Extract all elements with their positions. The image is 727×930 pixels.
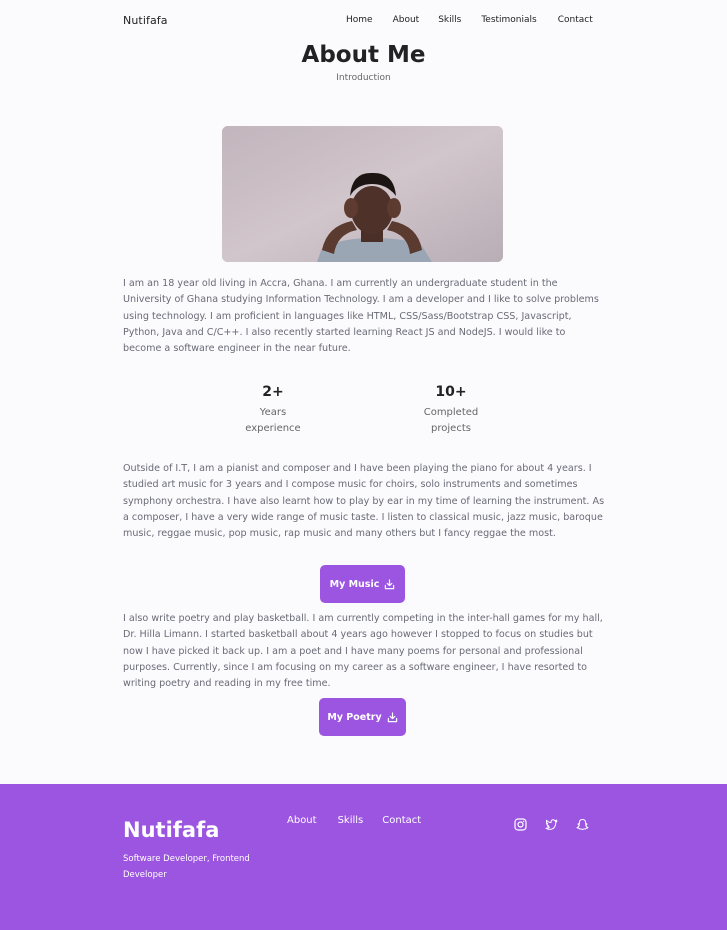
stat-projects: 10+ Completed projects	[391, 384, 511, 437]
twitter-icon[interactable]	[545, 816, 558, 830]
download-icon	[387, 711, 397, 722]
footer-brand: Nutifafa	[123, 818, 220, 842]
nav-contact[interactable]: Contact	[558, 15, 593, 25]
about-paragraph-music: Outside of I.T, I am a pianist and compo…	[123, 463, 605, 540]
footer-link-skills[interactable]: Skills	[338, 815, 364, 826]
section-subtitle: Introduction	[336, 73, 391, 83]
stat-label: Years experience	[245, 407, 301, 434]
footer-link-about[interactable]: About	[287, 815, 317, 826]
profile-photo	[222, 126, 503, 262]
site-header: Nutifafa Home About Skills Testimonials …	[0, 0, 727, 40]
button-label: My Music	[329, 578, 380, 590]
stat-value: 2+	[262, 384, 284, 400]
main-nav: Home About Skills Testimonials Contact	[346, 15, 593, 25]
about-paragraph-poetry: I also write poetry and play basketball.…	[123, 613, 603, 690]
section-title: About Me	[301, 42, 426, 68]
site-footer: Nutifafa Software Developer, Frontend De…	[0, 784, 727, 930]
my-poetry-button[interactable]: My Poetry	[319, 698, 406, 736]
site-logo[interactable]: Nutifafa	[123, 14, 168, 27]
my-music-button[interactable]: My Music	[320, 565, 405, 603]
footer-links: About Skills Contact	[287, 815, 421, 826]
social-links	[514, 816, 589, 831]
nav-skills[interactable]: Skills	[438, 15, 461, 25]
footer-tagline: Software Developer, Frontend Developer	[123, 854, 250, 880]
footer-link-contact[interactable]: Contact	[382, 815, 421, 826]
stat-value: 10+	[435, 384, 467, 400]
instagram-icon[interactable]	[514, 816, 527, 831]
snapchat-icon[interactable]	[576, 816, 589, 831]
button-label: My Poetry	[327, 711, 382, 723]
about-paragraph-intro: I am an 18 year old living in Accra, Gha…	[123, 278, 599, 355]
stat-experience: 2+ Years experience	[213, 384, 333, 437]
download-icon	[385, 578, 395, 589]
nav-home[interactable]: Home	[346, 15, 373, 25]
stat-label: Completed projects	[423, 407, 479, 434]
nav-testimonials[interactable]: Testimonials	[481, 15, 536, 25]
nav-about[interactable]: About	[393, 15, 420, 25]
